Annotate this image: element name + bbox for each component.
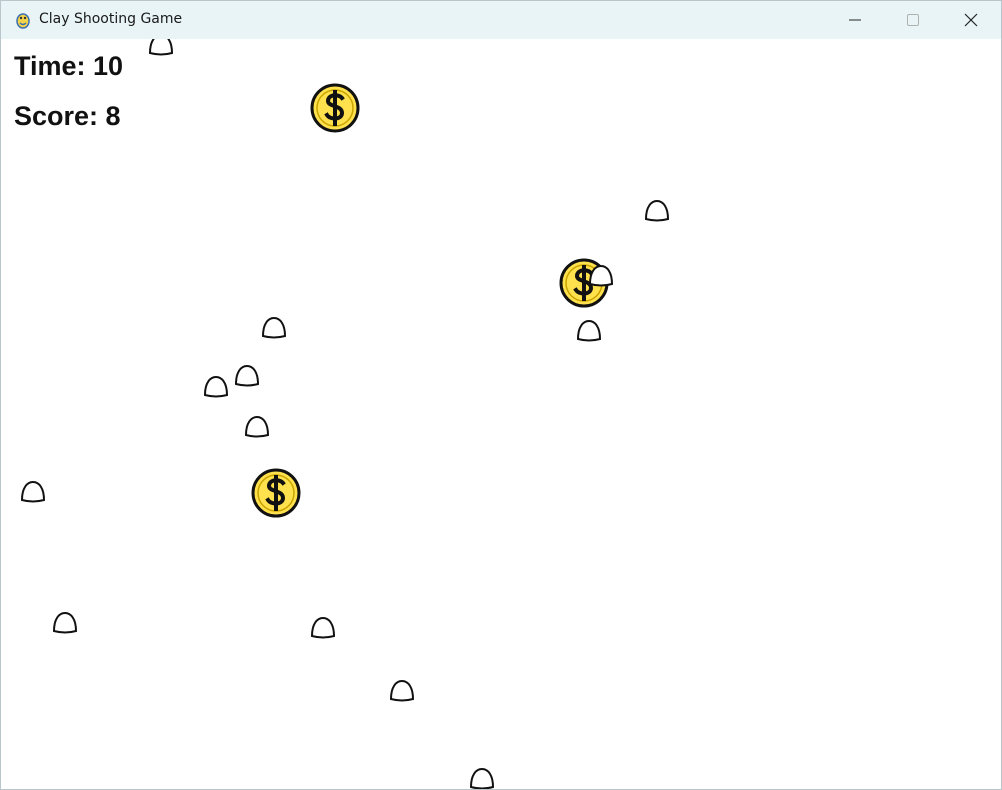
clay-pigeon-icon[interactable] <box>233 363 261 389</box>
game-window: Clay Shooting Game Time: 10 Score: 8 <box>0 0 1002 790</box>
title-bar[interactable]: Clay Shooting Game <box>1 1 1001 39</box>
close-button[interactable] <box>942 1 1000 39</box>
window-title: Clay Shooting Game <box>39 11 183 27</box>
clay-pigeon-icon[interactable] <box>309 615 337 641</box>
dollar-coin-icon[interactable] <box>250 467 302 519</box>
close-icon <box>964 13 978 27</box>
clay-pigeon-icon[interactable] <box>260 315 288 341</box>
pygame-snake-icon <box>16 13 30 29</box>
clay-pigeon-icon[interactable] <box>388 678 416 704</box>
time-counter: Time: 10 <box>14 51 124 81</box>
maximize-icon <box>907 14 919 26</box>
game-canvas[interactable]: Time: 10 Score: 8 <box>1 39 1001 789</box>
maximize-button[interactable] <box>884 1 942 39</box>
clay-pigeon-icon[interactable] <box>643 198 671 224</box>
clay-pigeon-icon[interactable] <box>19 479 47 505</box>
minimize-button[interactable] <box>826 1 884 39</box>
clay-pigeon-icon[interactable] <box>147 39 175 58</box>
clay-pigeon-icon[interactable] <box>243 414 271 440</box>
score-counter: Score: 8 <box>14 101 121 131</box>
clay-pigeon-icon[interactable] <box>575 318 603 344</box>
minimize-icon <box>849 19 861 21</box>
dollar-coin-icon[interactable] <box>309 82 361 134</box>
clay-pigeon-icon[interactable] <box>51 610 79 636</box>
clay-pigeon-icon[interactable] <box>202 374 230 400</box>
clay-pigeon-icon[interactable] <box>587 263 615 289</box>
clay-pigeon-icon[interactable] <box>468 766 496 789</box>
